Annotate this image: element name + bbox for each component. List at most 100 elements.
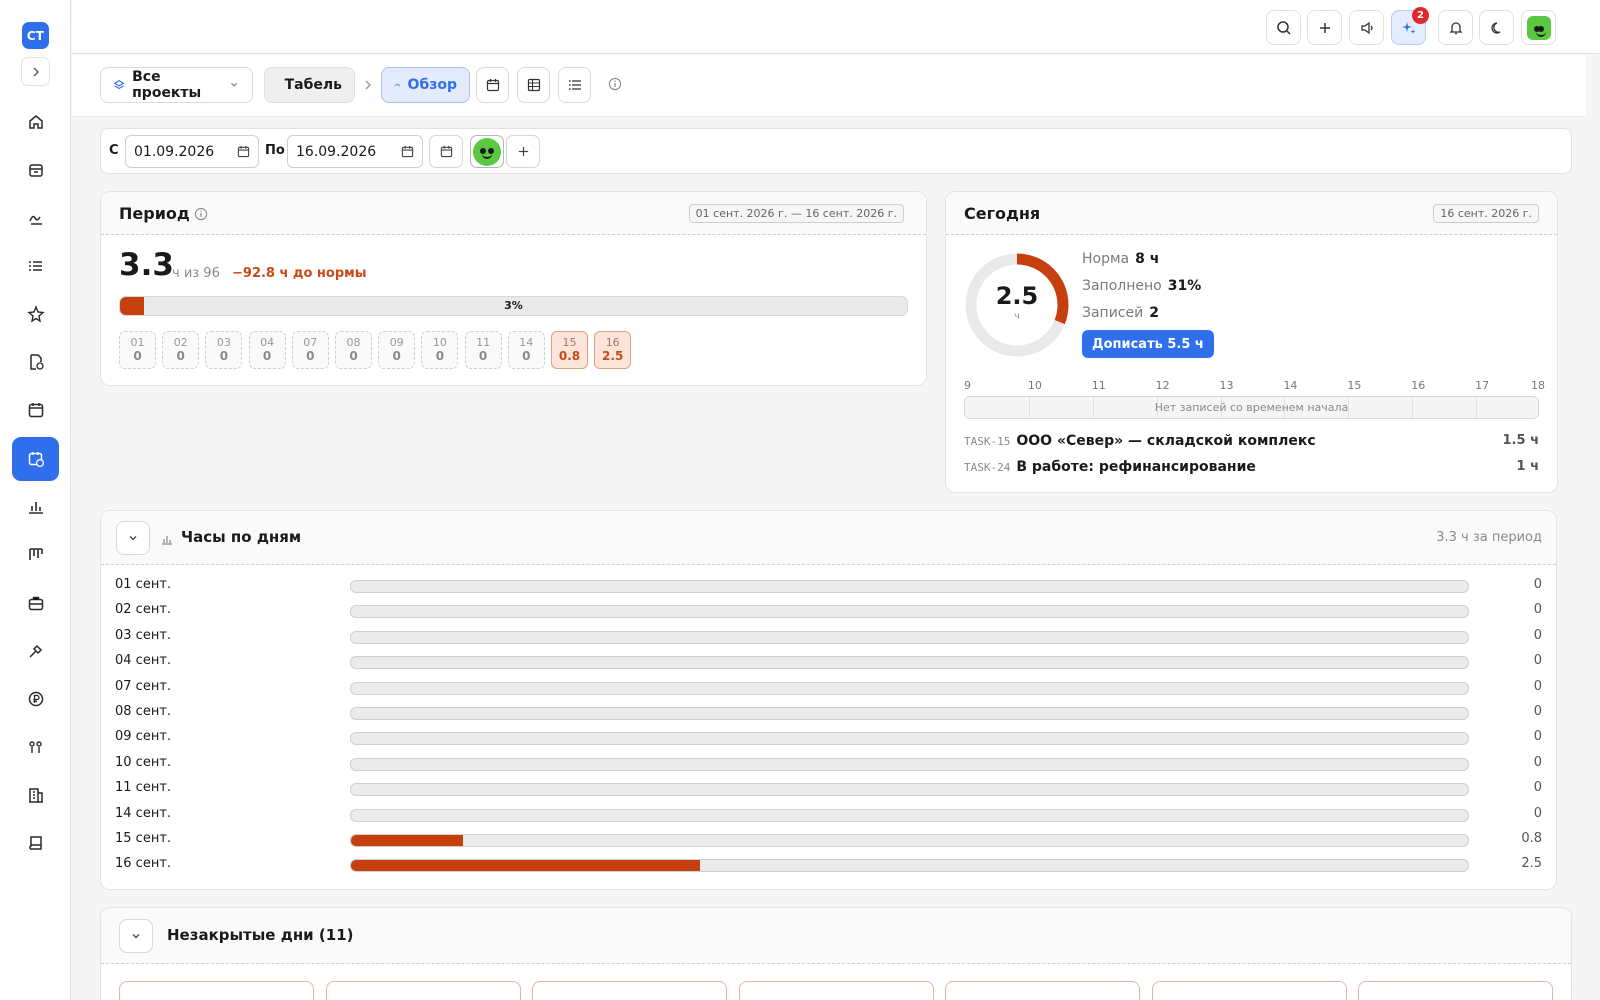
ai-assistant-button[interactable]: 2 xyxy=(1391,7,1429,45)
chevron-down-icon xyxy=(132,934,140,939)
day-chip-date: 16 xyxy=(605,336,620,349)
period-of-norm: ч из 96 xyxy=(172,266,220,281)
sidebar-item-home[interactable] xyxy=(12,100,59,144)
day-bar-track xyxy=(350,757,1469,771)
building-icon xyxy=(28,788,43,803)
sidebar-item-document-clock[interactable] xyxy=(12,340,59,384)
collapse-hours-button[interactable] xyxy=(116,521,150,555)
sidebar-item-book[interactable] xyxy=(12,821,59,865)
sidebar-item-calendar-clock[interactable] xyxy=(12,437,59,481)
sidebar-item-bar-chart[interactable] xyxy=(12,485,59,529)
unclosed-day-card[interactable] xyxy=(532,981,727,1000)
day-chip-date: 10 xyxy=(432,336,447,349)
day-chip-value: 0 xyxy=(435,349,445,363)
sidebar-item-archive[interactable] xyxy=(12,148,59,192)
calendar-clock-icon xyxy=(277,84,278,86)
norm-label: Норма xyxy=(1082,251,1130,267)
book-icon xyxy=(28,836,42,850)
period-deficit: −92.8 ч до нормы xyxy=(232,266,367,281)
info-icon[interactable] xyxy=(608,77,622,91)
bar-chart-icon xyxy=(28,502,43,514)
table-icon xyxy=(527,78,540,92)
day-chip[interactable]: 15 0.8 xyxy=(551,331,588,369)
tabel-button[interactable]: Табель xyxy=(264,67,355,103)
day-row-label: 10 сент. xyxy=(115,754,172,770)
user-filter-avatar[interactable] xyxy=(470,135,504,168)
today-hours-unit: ч xyxy=(1014,311,1020,322)
day-bar-track xyxy=(350,859,1469,873)
unclosed-day-card[interactable] xyxy=(945,981,1140,1000)
day-chip-date: 01 xyxy=(130,336,145,349)
day-chip[interactable]: 14 0 xyxy=(507,331,545,369)
unclosed-day-card[interactable] xyxy=(1151,981,1347,1000)
timeline-hour-label: 17 xyxy=(1475,379,1490,392)
day-chip[interactable]: 07 0 xyxy=(291,331,329,369)
day-chip[interactable]: 03 0 xyxy=(205,331,243,369)
sidebar-item-briefcase[interactable] xyxy=(12,581,59,625)
filled-label: Заполнено xyxy=(1082,278,1162,294)
filled-value: 31% xyxy=(1167,278,1202,294)
theme-toggle-button[interactable] xyxy=(1479,10,1514,45)
day-chip[interactable]: 16 2.5 xyxy=(594,331,632,369)
day-row-label: 11 сент. xyxy=(115,780,172,796)
unclosed-days-card: Незакрытые дни (11) xyxy=(100,907,1572,1000)
today-title: Сегодня xyxy=(964,204,1041,223)
day-chip[interactable]: 02 0 xyxy=(162,331,200,369)
unclosed-day-card[interactable] xyxy=(325,981,521,1000)
sidebar-item-signature[interactable] xyxy=(12,196,59,240)
day-chip[interactable]: 04 0 xyxy=(248,331,286,369)
to-date-input[interactable]: 16.09.2026 xyxy=(287,135,423,168)
calendar-icon xyxy=(401,145,414,158)
tab-table[interactable] xyxy=(517,67,550,103)
sidebar-item-star[interactable] xyxy=(12,292,59,336)
plus-icon xyxy=(518,146,528,157)
unclosed-days-title: Незакрытые дни (11) xyxy=(167,926,354,944)
day-chip[interactable]: 01 0 xyxy=(119,331,156,369)
today-card: Сегодня 16 сент. 2026 г. 2.5 ч Норма 8 ч … xyxy=(945,191,1558,493)
user-avatar-button[interactable] xyxy=(1521,10,1556,45)
announcements-button[interactable] xyxy=(1349,10,1384,45)
task-title: В работе: рефинансирование xyxy=(1016,459,1256,475)
day-chip-value: 0 xyxy=(522,349,531,363)
task-hours: 1.5 ч xyxy=(1502,433,1539,448)
projects-dropdown[interactable]: Все проекты xyxy=(100,67,253,103)
day-chip[interactable]: 11 0 xyxy=(464,331,502,369)
add-filter-button[interactable] xyxy=(506,135,540,168)
app-logo[interactable]: СТ xyxy=(22,22,49,49)
sidebar-expand-button[interactable] xyxy=(21,57,50,86)
day-chip-date: 02 xyxy=(173,336,188,349)
tab-calendar[interactable] xyxy=(476,67,509,103)
sidebar-item-list[interactable] xyxy=(12,244,59,288)
add-remaining-hours-button[interactable]: Дописать 5.5 ч xyxy=(1082,330,1214,358)
list-icon xyxy=(28,261,42,271)
task-row[interactable]: TASK-15 ООО «Север» — складской комплекс 1… xyxy=(964,433,1539,449)
day-chip[interactable]: 09 0 xyxy=(378,331,416,369)
sidebar-item-kanban[interactable] xyxy=(12,533,59,577)
calendar-clock-icon xyxy=(28,452,44,468)
sidebar-item-tools[interactable] xyxy=(12,629,59,673)
tab-overview[interactable]: Обзор xyxy=(381,67,470,103)
notifications-button[interactable] xyxy=(1438,10,1473,45)
info-icon[interactable] xyxy=(194,207,208,221)
sidebar-item-people[interactable] xyxy=(12,725,59,769)
add-button[interactable] xyxy=(1307,10,1342,45)
unclosed-day-card[interactable] xyxy=(119,981,314,1000)
day-row-label: 03 сент. xyxy=(115,627,172,643)
search-button[interactable] xyxy=(1266,10,1301,45)
day-chip[interactable]: 08 0 xyxy=(335,331,372,369)
from-date-input[interactable]: 01.09.2026 xyxy=(125,135,259,168)
day-row-label: 16 сент. xyxy=(115,856,172,872)
sidebar-item-building[interactable] xyxy=(12,773,59,817)
hours-by-day-title: Часы по дням xyxy=(181,528,302,546)
tab-list[interactable] xyxy=(558,67,591,103)
sidebar-item-calendar[interactable] xyxy=(12,388,59,432)
bar-chart-icon xyxy=(162,536,172,545)
unclosed-day-card[interactable] xyxy=(738,981,934,1000)
day-chip[interactable]: 10 0 xyxy=(421,331,459,369)
unclosed-day-card[interactable] xyxy=(1358,981,1553,1000)
sidebar-item-ruble[interactable] xyxy=(12,677,59,721)
collapse-unclosed-button[interactable] xyxy=(119,919,153,953)
task-row[interactable]: TASK-24 В работе: рефинансирование 1 ч xyxy=(964,459,1539,475)
timeline-hour-label: 18 xyxy=(1531,379,1545,392)
date-range-picker-button[interactable] xyxy=(429,135,463,168)
